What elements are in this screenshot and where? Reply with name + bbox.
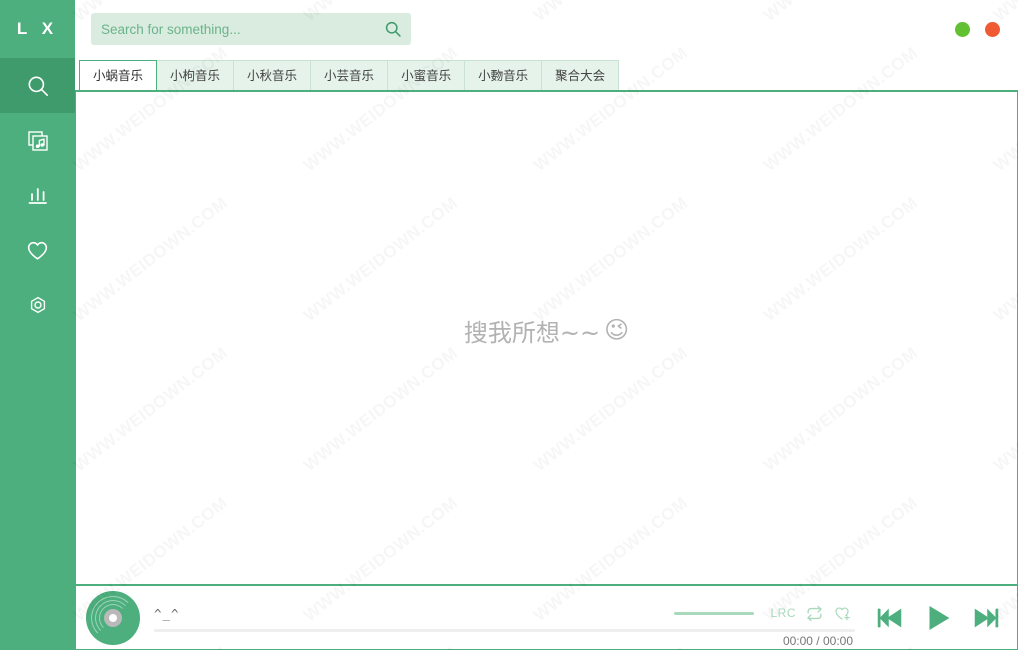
- player-options: LRC: [674, 604, 851, 622]
- sidebar-item-settings[interactable]: [0, 278, 75, 333]
- main-area: 小蜗音乐 小枸音乐 小秋音乐 小芸音乐 小蜜音乐 小覅音乐 聚合大会 搜我所想~…: [75, 0, 1018, 650]
- vinyl-record-icon[interactable]: [86, 590, 140, 645]
- tab-source-2[interactable]: 小秋音乐: [233, 60, 312, 90]
- gear-icon: [26, 294, 50, 318]
- previous-track-button[interactable]: [875, 603, 905, 633]
- close-button[interactable]: [985, 21, 1000, 37]
- search-icon: [25, 73, 51, 99]
- next-track-button[interactable]: [971, 603, 1001, 633]
- magnifier-icon[interactable]: [383, 19, 403, 39]
- lrc-toggle[interactable]: LRC: [770, 606, 796, 620]
- tab-source-1[interactable]: 小枸音乐: [156, 60, 235, 90]
- bar-chart-icon: [26, 184, 50, 208]
- sidebar-item-my-list[interactable]: [0, 113, 75, 168]
- empty-state-text: 搜我所想~~: [463, 318, 601, 347]
- player-bar: ^_^ LRC 00:00 / 00:00: [75, 584, 1018, 650]
- heart-icon: [25, 238, 50, 263]
- search-bar[interactable]: [91, 13, 411, 45]
- tab-source-3[interactable]: 小芸音乐: [310, 60, 389, 90]
- repeat-mode-icon[interactable]: [806, 605, 823, 622]
- sidebar-item-favorites[interactable]: [0, 223, 75, 278]
- wink-emoji-icon: 😉: [604, 316, 630, 344]
- content-area: 搜我所想~~ 😉: [75, 92, 1018, 584]
- app-logo: L X: [0, 0, 75, 58]
- empty-state: 搜我所想~~ 😉: [464, 313, 629, 348]
- music-library-icon: [26, 129, 50, 153]
- sidebar-item-ranking[interactable]: [0, 168, 75, 223]
- sidebar: L X: [0, 0, 75, 650]
- player-info: ^_^ LRC 00:00 / 00:00: [154, 591, 855, 648]
- minimize-button[interactable]: [955, 21, 970, 37]
- time-display: 00:00 / 00:00: [782, 633, 853, 648]
- search-input[interactable]: [91, 13, 411, 45]
- transport-controls: [875, 601, 1003, 635]
- heart-plus-icon[interactable]: [833, 604, 851, 622]
- top-bar: [75, 0, 1018, 58]
- sidebar-item-search[interactable]: [0, 58, 75, 113]
- tab-source-4[interactable]: 小蜜音乐: [387, 60, 466, 90]
- source-tabs: 小蜗音乐 小枸音乐 小秋音乐 小芸音乐 小蜜音乐 小覅音乐 聚合大会: [75, 58, 1018, 92]
- volume-slider[interactable]: [674, 611, 755, 615]
- progress-bar[interactable]: [154, 629, 855, 632]
- song-row: ^_^ LRC: [154, 603, 855, 623]
- window-controls: [955, 21, 1000, 37]
- tab-source-0[interactable]: 小蜗音乐: [79, 60, 158, 90]
- song-title: ^_^: [154, 605, 180, 621]
- tab-source-6[interactable]: 聚合大会: [541, 60, 620, 90]
- app-window: L X Search for something... 小蜗音乐 小枸音乐 小秋…: [0, 0, 1018, 650]
- play-button[interactable]: [921, 601, 955, 635]
- tab-source-5[interactable]: 小覅音乐: [464, 60, 543, 90]
